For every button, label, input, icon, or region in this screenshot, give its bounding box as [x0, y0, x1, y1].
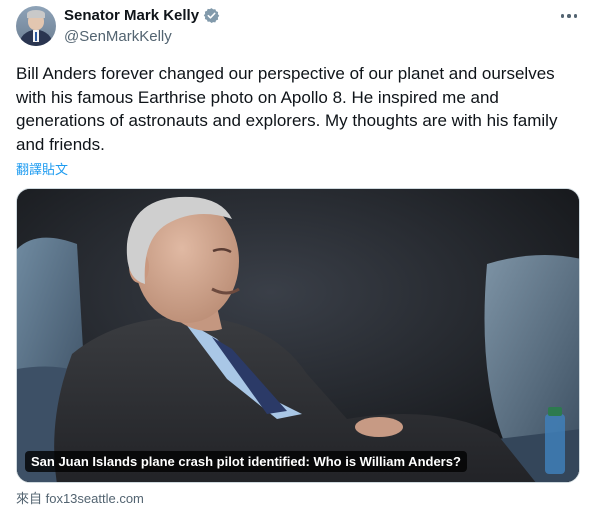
more-dots-icon[interactable] [557, 6, 581, 26]
more-dot [560, 14, 565, 18]
more-dot [573, 14, 578, 18]
author-handle[interactable]: @SenMarkKelly [64, 28, 172, 45]
avatar-tie [35, 32, 37, 41]
translate-post-link[interactable]: 翻譯貼文 [16, 159, 68, 178]
verified-badge-icon [203, 8, 220, 23]
tweet-text: Bill Anders forever changed our perspect… [16, 64, 558, 154]
link-source[interactable]: 來自 fox13seattle.com [16, 488, 144, 507]
link-card[interactable]: San Juan Islands plane crash pilot ident… [16, 188, 580, 483]
avatar[interactable] [16, 6, 56, 46]
link-card-image [17, 189, 579, 482]
author-display-name[interactable]: Senator Mark Kelly [64, 7, 199, 24]
more-dot [567, 14, 571, 18]
author-name-row: Senator Mark Kelly [64, 7, 220, 24]
link-card-caption: San Juan Islands plane crash pilot ident… [25, 451, 467, 472]
avatar-hair [27, 10, 45, 18]
